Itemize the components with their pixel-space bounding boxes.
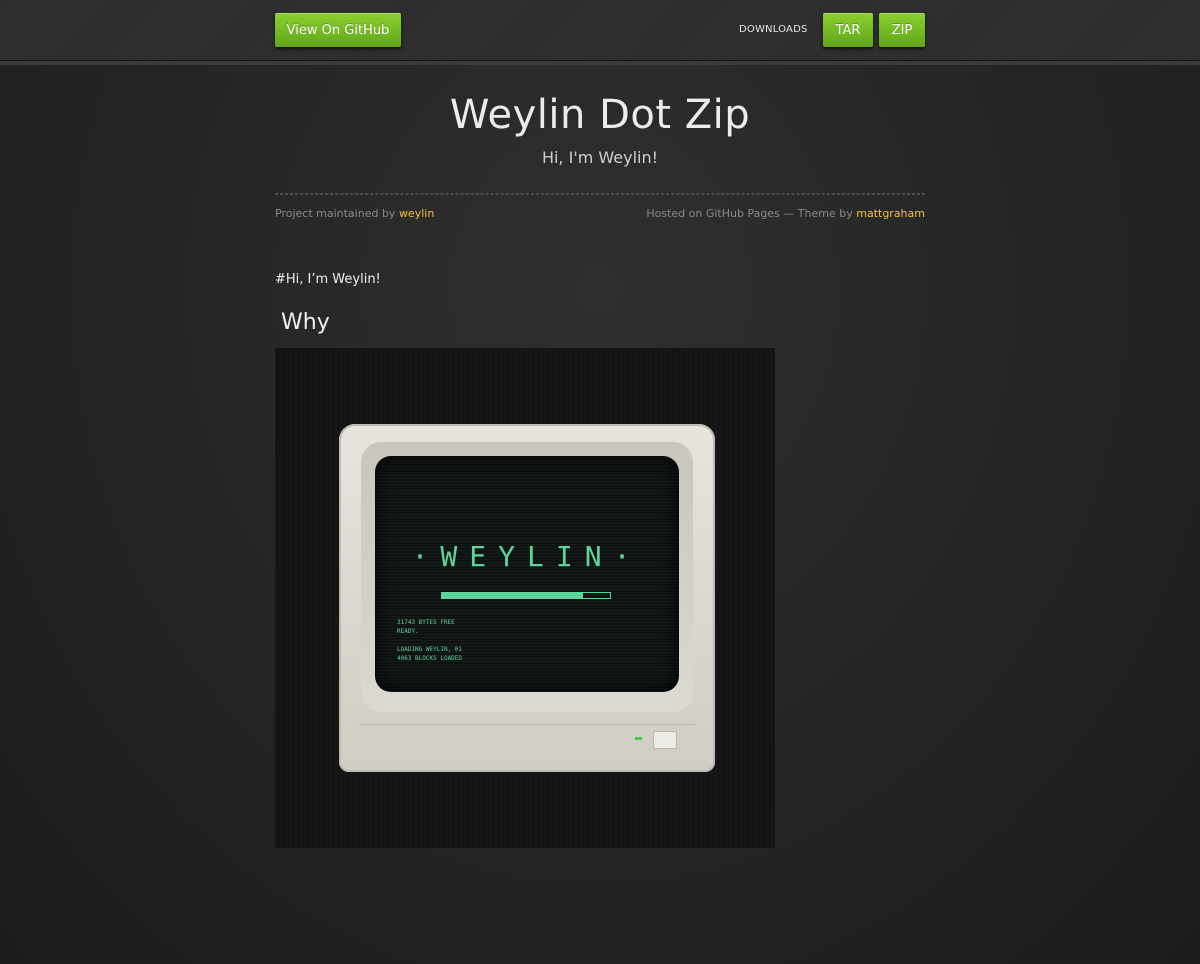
header-divider [275,193,925,195]
monitor-screen: ·WEYLIN· 31743 BYTES FREE READY. LOADING… [375,456,679,692]
power-led-icon [635,737,642,740]
theme-author-link[interactable]: mattgraham [856,207,925,220]
page-subtitle: Hi, I'm Weylin! [541,148,659,167]
page-title: Weylin Dot Zip [449,92,751,138]
maintainer-link[interactable]: weylin [399,207,434,220]
intro-text: #Hi, I’m Weylin! [275,272,381,287]
maintainer-prefix: Project maintained by [275,207,399,220]
view-on-github-button[interactable]: View On GitHub [275,13,401,47]
screen-logo: ·WEYLIN· [411,540,643,573]
hosted-prefix: Hosted on GitHub Pages — Theme by [646,207,857,220]
theme-credit: Hosted on GitHub Pages — Theme by mattgr… [646,207,925,220]
screen-progress-bar [441,592,611,599]
monitor-base [359,724,695,751]
screen-text: 31743 BYTES FREE READY. LOADING WEYLIN, … [397,619,463,662]
downloads-label: DOWNLOADS [739,24,808,35]
screen-progress-fill [442,593,584,598]
crt-monitor-image: ·WEYLIN· 31743 BYTES FREE READY. LOADING… [275,348,775,848]
monitor-bezel: ·WEYLIN· 31743 BYTES FREE READY. LOADING… [361,442,693,712]
monitor-body: ·WEYLIN· 31743 BYTES FREE READY. LOADING… [339,424,715,772]
top-bar-edge [0,61,1200,65]
power-button-icon [653,731,677,749]
section-heading-why: Why [281,310,330,335]
download-zip-button[interactable]: ZIP [879,13,925,47]
top-bar: View On GitHub DOWNLOADS TAR ZIP [0,0,1200,61]
maintainer-credit: Project maintained by weylin [275,207,434,220]
download-tar-button[interactable]: TAR [823,13,873,47]
